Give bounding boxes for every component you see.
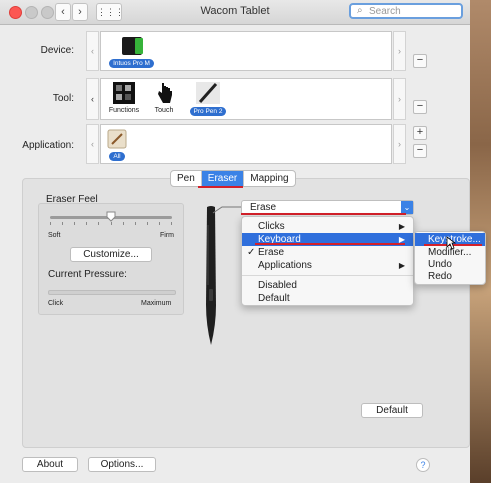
search-icon: ⌕ — [357, 5, 363, 16]
application-tile-all[interactable]: All — [104, 128, 130, 161]
tool-name: Functions — [108, 107, 140, 114]
menu-item-erase[interactable]: ✓ Erase — [242, 246, 413, 259]
pen-illustration — [206, 206, 216, 345]
menu-item-applications[interactable]: Applications ▶ — [242, 259, 413, 272]
search-field[interactable]: ⌕ Search — [349, 3, 463, 19]
slider-tick — [74, 222, 76, 225]
eraser-action-value: Erase — [250, 202, 277, 213]
tab-mapping[interactable]: Mapping — [244, 171, 294, 186]
slider-tick — [171, 222, 172, 225]
about-button[interactable]: About — [22, 457, 78, 472]
preferences-window: ‹ › ⋮⋮⋮ Wacom Tablet ⌕ Search Device: ‹ … — [0, 0, 486, 483]
application-scroll-left[interactable]: ‹ — [86, 124, 99, 164]
submenu-arrow-icon: ▶ — [398, 261, 405, 270]
tool-name: Pro Pen 2 — [189, 107, 227, 116]
tablet-icon — [121, 37, 143, 55]
tab-eraser[interactable]: Eraser — [201, 171, 245, 186]
menu-item-clicks[interactable]: Clicks ▶ — [242, 220, 413, 233]
eraser-feel-ticks — [50, 222, 172, 226]
eraser-feel-slider-thumb[interactable] — [106, 211, 116, 222]
tool-tile-touch[interactable]: Touch — [149, 81, 179, 114]
hand-touch-icon — [158, 83, 172, 103]
functions-icon — [113, 82, 135, 104]
tool-tile-functions[interactable]: Functions — [106, 81, 142, 114]
all-applications-icon — [107, 129, 127, 149]
tab-pen[interactable]: Pen — [171, 171, 202, 186]
application-list: All — [100, 124, 392, 164]
device-scroll-left[interactable]: ‹ — [86, 31, 99, 71]
maximum-label: Maximum — [141, 300, 172, 307]
slider-tick — [98, 222, 100, 225]
tool-scroll-right[interactable]: › — [393, 78, 406, 120]
annotation-underline-keyboard — [255, 243, 405, 245]
slider-tick — [134, 222, 136, 225]
menu-item-disabled[interactable]: Disabled — [242, 279, 413, 292]
firm-label: Firm — [160, 232, 174, 239]
device-name: Intuos Pro M — [109, 59, 154, 68]
submenu-arrow-icon: ▶ — [398, 222, 405, 231]
slider-tick — [50, 222, 51, 225]
soft-label: Soft — [48, 232, 61, 239]
checkmark-icon: ✓ — [247, 247, 256, 258]
click-label: Click — [48, 300, 64, 307]
remove-device-button[interactable]: − — [413, 54, 427, 68]
annotation-underline-popup — [241, 213, 406, 215]
menu-item-default[interactable]: Default — [242, 292, 413, 305]
slider-tick — [158, 222, 160, 225]
options-button[interactable]: Options... — [88, 457, 156, 472]
pen-icon — [196, 82, 220, 104]
remove-application-button[interactable]: − — [413, 144, 427, 158]
tool-scroll-left[interactable]: ‹ — [86, 78, 99, 120]
search-placeholder: Search — [369, 6, 401, 17]
device-scroll-right[interactable]: › — [393, 31, 406, 71]
slider-tick — [62, 222, 64, 225]
slider-tick — [146, 222, 148, 225]
callout-line — [212, 206, 243, 214]
slider-tick — [122, 222, 124, 225]
tab-bar: Pen Eraser Mapping — [170, 170, 296, 187]
device-list: Intuos Pro M — [100, 31, 392, 71]
current-pressure-label: Current Pressure: — [48, 269, 127, 280]
slider-tick — [110, 222, 112, 225]
application-label: Application: — [22, 140, 74, 151]
add-application-button[interactable]: + — [413, 126, 427, 140]
remove-tool-button[interactable]: − — [413, 100, 427, 114]
customize-button[interactable]: Customize... — [70, 247, 152, 262]
menu-separator — [242, 275, 413, 276]
tool-name: Touch — [154, 107, 174, 114]
pressure-meter — [48, 290, 176, 295]
slider-tick — [86, 222, 88, 225]
tool-label: Tool: — [52, 93, 74, 104]
default-button[interactable]: Default — [361, 403, 423, 418]
tool-list: Functions Touch Pro Pen 2 — [100, 78, 392, 120]
application-name: All — [109, 152, 125, 161]
device-label: Device: — [40, 45, 74, 56]
help-button[interactable]: ? — [416, 458, 430, 472]
title-bar: ‹ › ⋮⋮⋮ Wacom Tablet ⌕ Search — [0, 0, 470, 25]
eraser-action-menu: Clicks ▶ Keyboard ▶ ✓ Erase Applications… — [241, 216, 414, 306]
device-tile[interactable]: Intuos Pro M — [104, 35, 159, 68]
submenu-item-redo[interactable]: Redo — [415, 270, 485, 283]
tool-tile-pen[interactable]: Pro Pen 2 — [186, 81, 230, 116]
annotation-underline-eraser-tab — [198, 186, 243, 188]
mouse-cursor-icon — [446, 236, 456, 250]
application-scroll-right[interactable]: › — [393, 124, 406, 164]
